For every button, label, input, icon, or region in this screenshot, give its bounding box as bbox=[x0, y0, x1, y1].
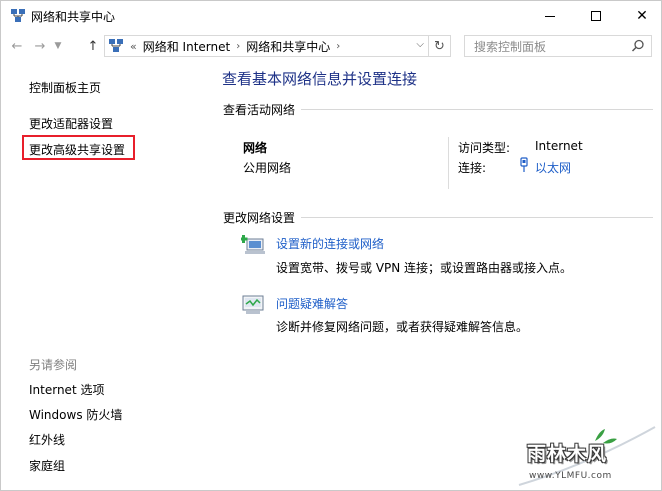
new-connection-icon bbox=[241, 235, 265, 254]
ethernet-connection-link[interactable]: 以太网 bbox=[535, 159, 571, 176]
close-icon: ✕ bbox=[636, 8, 648, 24]
address-bar[interactable]: « 网络和 Internet › 网络和共享中心 › ⌵ bbox=[104, 35, 429, 57]
watermark-url: www.YLMFU.com bbox=[529, 471, 612, 481]
access-type-value: Internet bbox=[535, 139, 583, 153]
maximize-icon bbox=[591, 11, 601, 21]
network-profile-type: 公用网络 bbox=[243, 161, 292, 175]
set-up-new-connection-description: 设置宽带、拨号或 VPN 连接；或设置路由器或接入点。 bbox=[276, 261, 573, 275]
network-name: 网络 bbox=[243, 141, 268, 155]
connections-label: 连接: bbox=[458, 161, 487, 175]
active-networks-heading: 查看活动网络 bbox=[223, 103, 296, 117]
arrow-up-icon: ↑ bbox=[87, 38, 99, 54]
section-divider bbox=[301, 217, 653, 218]
control-panel-home-link[interactable]: 控制面板主页 bbox=[29, 79, 101, 96]
set-up-new-connection-link[interactable]: 设置新的连接或网络 bbox=[276, 235, 384, 252]
network-sharing-center-window: 网络和共享中心 ✕ ← → ▼ ↑ « 网络和 Internet › 网络和共享… bbox=[0, 0, 662, 491]
network-computers-icon bbox=[11, 9, 25, 22]
forward-button[interactable]: → bbox=[30, 36, 50, 56]
breadcrumb-separator[interactable]: › bbox=[336, 41, 340, 52]
address-dropdown-button[interactable]: ⌵ bbox=[416, 39, 424, 50]
see-also-heading: 另请参阅 bbox=[29, 358, 78, 372]
close-button[interactable]: ✕ bbox=[619, 1, 662, 31]
section-divider bbox=[301, 109, 653, 110]
change-network-settings-heading: 更改网络设置 bbox=[223, 211, 296, 225]
breadcrumb-network-sharing-center[interactable]: 网络和共享中心 bbox=[246, 38, 330, 55]
vertical-divider bbox=[448, 137, 449, 189]
arrow-right-icon: → bbox=[34, 38, 46, 54]
left-navigation-pane: 控制面板主页 更改适配器设置 更改高级共享设置 另请参阅 Internet 选项… bbox=[1, 61, 201, 491]
watermark: 雨林木风 www.YLMFU.com bbox=[517, 421, 657, 489]
title-bar[interactable]: 网络和共享中心 ✕ bbox=[1, 1, 661, 31]
active-networks-section-header: 查看活动网络 bbox=[223, 101, 653, 118]
troubleshoot-problems-link[interactable]: 问题疑难解答 bbox=[276, 295, 348, 312]
maximize-button[interactable] bbox=[573, 1, 619, 31]
homegroup-link[interactable]: 家庭组 bbox=[29, 457, 65, 474]
arrow-left-icon: ← bbox=[11, 38, 23, 54]
access-type-label: 访问类型: bbox=[458, 141, 511, 155]
control-panel-network-icon bbox=[109, 39, 123, 52]
refresh-button[interactable]: ↻ bbox=[429, 35, 451, 57]
page-title: 查看基本网络信息并设置连接 bbox=[222, 70, 418, 88]
change-advanced-sharing-settings-link[interactable]: 更改高级共享设置 bbox=[29, 141, 125, 158]
search-input[interactable]: 搜索控制面板 bbox=[464, 35, 652, 57]
search-icon[interactable] bbox=[631, 39, 645, 53]
windows-firewall-link[interactable]: Windows 防火墙 bbox=[29, 406, 122, 423]
refresh-icon: ↻ bbox=[434, 38, 445, 54]
back-button[interactable]: ← bbox=[7, 36, 27, 56]
chevron-down-icon: ⌵ bbox=[416, 39, 424, 50]
ethernet-icon bbox=[520, 157, 528, 172]
minimize-icon bbox=[545, 15, 555, 17]
infrared-link[interactable]: 红外线 bbox=[29, 431, 65, 448]
minimize-button[interactable] bbox=[527, 1, 573, 31]
navigation-bar: ← → ▼ ↑ « 网络和 Internet › 网络和共享中心 › ⌵ ↻ 搜… bbox=[1, 31, 661, 61]
breadcrumb-overflow[interactable]: « bbox=[130, 40, 137, 53]
change-adapter-settings-link[interactable]: 更改适配器设置 bbox=[29, 115, 113, 132]
change-network-settings-section-header: 更改网络设置 bbox=[223, 209, 653, 226]
chevron-down-icon: ▼ bbox=[54, 41, 62, 51]
watermark-logo-text: 雨林木风 bbox=[527, 443, 608, 465]
window-title: 网络和共享中心 bbox=[31, 10, 116, 24]
troubleshoot-problems-description: 诊断并修复网络问题，或者获得疑难解答信息。 bbox=[276, 320, 529, 334]
recent-locations-button[interactable]: ▼ bbox=[51, 36, 65, 56]
troubleshoot-icon bbox=[242, 295, 264, 314]
breadcrumb-separator[interactable]: › bbox=[236, 41, 240, 52]
search-placeholder: 搜索控制面板 bbox=[474, 39, 547, 54]
up-button[interactable]: ↑ bbox=[83, 36, 103, 56]
breadcrumb-network-internet[interactable]: 网络和 Internet bbox=[143, 38, 230, 55]
internet-options-link[interactable]: Internet 选项 bbox=[29, 381, 104, 398]
